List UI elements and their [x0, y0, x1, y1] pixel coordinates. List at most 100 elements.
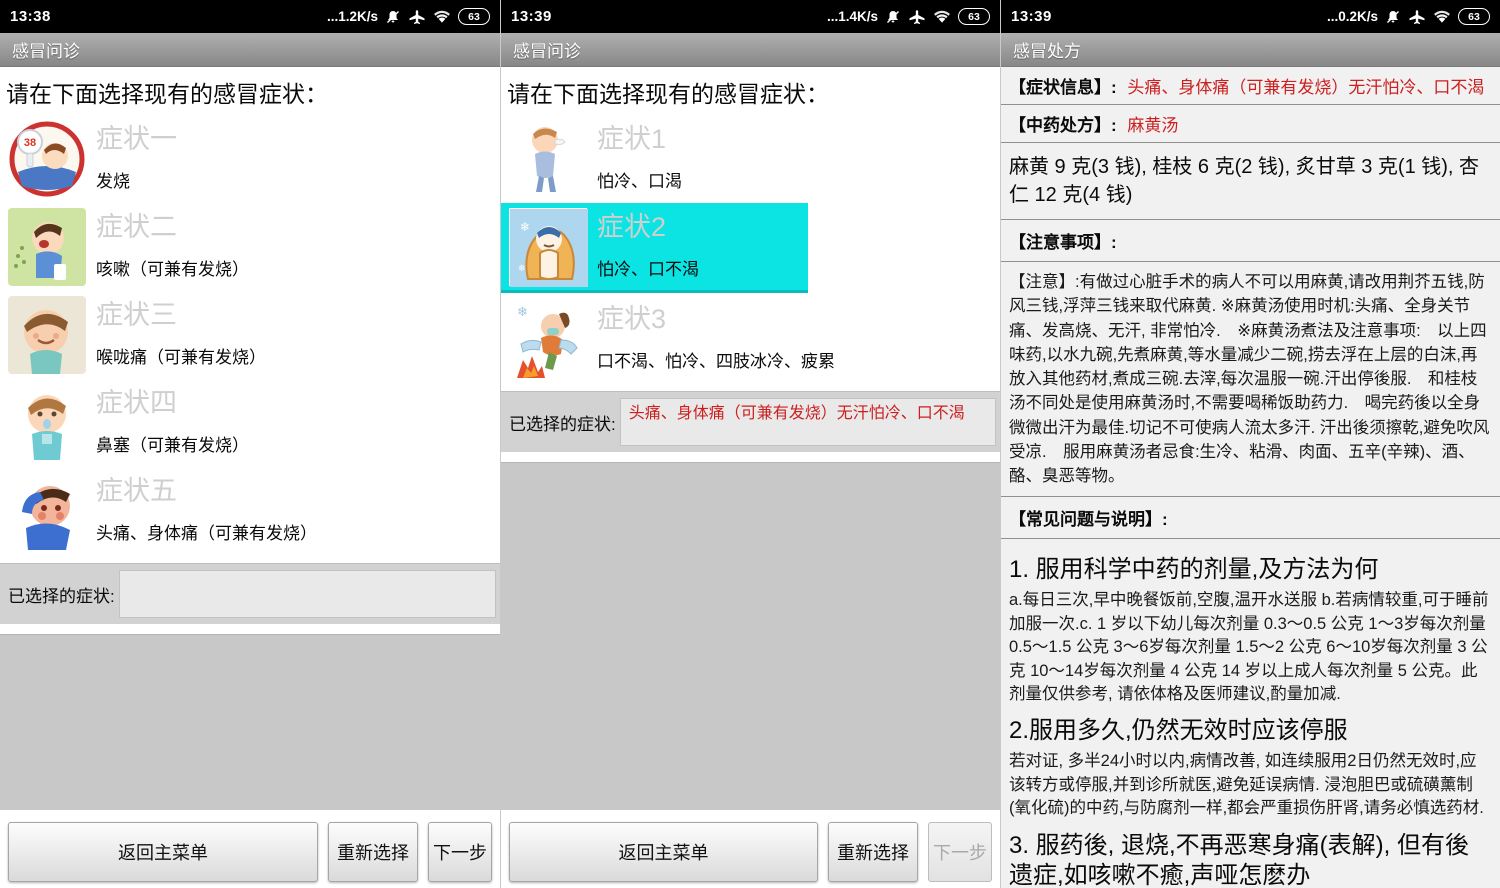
prescription-label: 【中药处方】:: [1009, 116, 1117, 135]
prompt-text: 请在下面选择现有的感冒症状：: [501, 67, 1000, 115]
blanket-wrapped-person-image: ❄❄: [509, 208, 587, 286]
screen-symptom-list-1: 13:38 ...1.2K/s 63 感冒问诊 请在下面选择现有的感冒症状： 3…: [0, 0, 500, 888]
symptom-row-chills-thirsty[interactable]: 症状1 怕冷、口渴: [501, 115, 1000, 203]
symptom-desc: 咳嗽（可兼有发烧）: [96, 255, 249, 280]
faq-section: 1. 服用科学中药的剂量,及方法为何 a.每日三次,早中晚餐饭前,空腹,温开水送…: [1001, 539, 1500, 888]
next-step-button-disabled[interactable]: 下一步: [928, 822, 992, 882]
symptom-row-cough[interactable]: 症状二 咳嗽（可兼有发烧）: [0, 203, 500, 291]
symptom-list: 症状1 怕冷、口渴 ❄❄ 症状2 怕冷、口不渴 ❄ 症状3 口不渴、怕冷、四肢冰…: [501, 115, 1000, 383]
symptom-row-sore-throat[interactable]: 症状三 喉咙痛（可兼有发烧）: [0, 291, 500, 379]
app-title: 感冒问诊: [513, 37, 581, 62]
back-to-menu-button[interactable]: 返回主菜单: [8, 822, 318, 882]
symptom-title: 症状四: [96, 388, 249, 419]
selected-symptoms-row: 已选择的症状:: [0, 563, 500, 624]
symptom-desc: 怕冷、口渴: [597, 167, 682, 192]
symptom-row-chills-not-thirsty-selected[interactable]: ❄❄ 症状2 怕冷、口不渴: [501, 203, 1000, 295]
symptom-title: 症状1: [597, 124, 682, 155]
back-to-menu-button[interactable]: 返回主菜单: [509, 822, 818, 882]
svg-text:38: 38: [24, 137, 36, 149]
battery-level: 63: [968, 11, 980, 23]
clock: 13:38: [10, 8, 51, 25]
clock: 13:39: [511, 8, 552, 25]
svg-text:❄: ❄: [518, 263, 526, 273]
wifi-icon: [933, 10, 951, 24]
button-bar: 返回主菜单 重新选择 下一步: [501, 822, 1000, 882]
network-speed: ...0.2K/s: [1327, 9, 1378, 24]
network-speed: ...1.2K/s: [327, 9, 378, 24]
selected-symptoms-label: 已选择的症状:: [509, 410, 616, 435]
wifi-icon: [433, 10, 451, 24]
prompt-text: 请在下面选择现有的感冒症状：: [0, 67, 500, 115]
sneezing-boy-image: [509, 120, 587, 198]
status-bar: 13:39 ...1.4K/s 63: [501, 0, 1000, 33]
next-step-button[interactable]: 下一步: [428, 822, 492, 882]
sore-throat-image: [8, 296, 86, 374]
cough-image: [8, 208, 86, 286]
battery-icon: 63: [1458, 8, 1490, 25]
battery-level: 63: [1468, 11, 1480, 23]
reselect-button[interactable]: 重新选择: [328, 822, 418, 882]
screen-prescription: 13:39 ...0.2K/s 63 感冒处方 【症状信息】: 头痛、身体痛（可…: [1000, 0, 1500, 888]
reselect-button[interactable]: 重新选择: [828, 822, 918, 882]
symptom-desc: 发烧: [96, 167, 177, 192]
prescription-name: 麻黄汤: [1127, 116, 1178, 135]
battery-level: 63: [468, 11, 480, 23]
symptom-desc: 怕冷、口不渴: [597, 255, 699, 280]
prescription-content: 【症状信息】: 头痛、身体痛（可兼有发烧）无汗怕冷、口不渴 【中药处方】: 麻黄…: [1001, 67, 1500, 888]
symptom-info-value: 头痛、身体痛（可兼有发烧）无汗怕冷、口不渴: [1127, 78, 1484, 97]
selected-symptoms-row: 已选择的症状: 头痛、身体痛（可兼有发烧）无汗怕冷、口不渴: [501, 391, 1000, 452]
app-title-bar: 感冒问诊: [501, 33, 1000, 67]
stuffy-nose-image: [8, 384, 86, 462]
symptom-desc: 喉咙痛（可兼有发烧）: [96, 343, 266, 368]
notes-header: 【注意事项】:: [1001, 220, 1500, 262]
symptom-row-stuffy-nose[interactable]: 症状四 鼻塞（可兼有发烧）: [0, 379, 500, 467]
symptom-list: 38 症状一 发烧 症状二 咳嗽（可兼有发烧） 症状三 喉咙痛（可兼有发烧）: [0, 115, 500, 555]
mute-icon: [385, 9, 401, 25]
selected-symptoms-label: 已选择的症状:: [8, 582, 115, 607]
symptom-title: 症状3: [597, 304, 835, 335]
fever-image: 38: [8, 120, 86, 198]
airplane-mode-icon: [408, 9, 426, 25]
airplane-mode-icon: [1408, 9, 1426, 25]
svg-text:❄: ❄: [517, 304, 528, 319]
selected-symptoms-value: 头痛、身体痛（可兼有发烧）无汗怕冷、口不渴: [620, 398, 996, 446]
symptom-info-row: 【症状信息】: 头痛、身体痛（可兼有发烧）无汗怕冷、口不渴: [1001, 67, 1500, 105]
symptom-row-cold-limbs[interactable]: ❄ 症状3 口不渴、怕冷、四肢冰冷、疲累: [501, 295, 1000, 383]
symptom-desc: 鼻塞（可兼有发烧）: [96, 431, 249, 456]
symptom-desc: 口不渴、怕冷、四肢冰冷、疲累: [597, 347, 835, 372]
symptom-title: 症状2: [597, 212, 699, 243]
result-placeholder-area: [0, 634, 500, 810]
dosage-text: 麻黄 9 克(3 钱), 桂枝 6 克(2 钱), 炙甘草 3 克(1 钱), …: [1001, 143, 1500, 220]
symptom-title: 症状三: [96, 300, 266, 331]
faq-answer-2: 若对证, 多半24小时以内,病情改善, 如连续服用2日仍然无效时,应该转方或停服…: [1009, 750, 1492, 820]
faq-question-2: 2.服用多久,仍然无效时应该停服: [1009, 716, 1492, 746]
symptom-desc: 头痛、身体痛（可兼有发烧）: [96, 519, 317, 544]
symptom-info-label: 【症状信息】:: [1009, 78, 1117, 97]
screen-symptom-list-2: 13:39 ...1.4K/s 63 感冒问诊 请在下面选择现有的感冒症状： 症…: [500, 0, 1000, 888]
symptom-title: 症状二: [96, 212, 249, 243]
network-speed: ...1.4K/s: [827, 9, 878, 24]
result-placeholder-area: [501, 462, 1000, 810]
headache-image: [8, 472, 86, 550]
status-bar: 13:39 ...0.2K/s 63: [1001, 0, 1500, 33]
airplane-mode-icon: [908, 9, 926, 25]
symptom-row-fever[interactable]: 38 症状一 发烧: [0, 115, 500, 203]
status-bar: 13:38 ...1.2K/s 63: [0, 0, 500, 33]
clock: 13:39: [1011, 8, 1052, 25]
battery-icon: 63: [958, 8, 990, 25]
faq-question-3: 3. 服药後, 退烧,不再恶寒身痛(表解), 但有後遗症,如咳嗽不癒,声哑怎麽办: [1009, 831, 1492, 888]
symptom-title: 症状五: [96, 476, 317, 507]
selected-symptoms-value: [119, 570, 496, 618]
notes-body: 【注意】:有做过心脏手术的病人不可以用麻黄,请改用荆芥五钱,防风三钱,浮萍三钱来…: [1001, 262, 1500, 497]
app-title-bar: 感冒处方: [1001, 33, 1500, 67]
cold-limbs-image: ❄: [509, 300, 587, 378]
app-title: 感冒处方: [1013, 37, 1081, 62]
battery-icon: 63: [458, 8, 490, 25]
app-title-bar: 感冒问诊: [0, 33, 500, 67]
symptom-row-headache[interactable]: 症状五 头痛、身体痛（可兼有发烧）: [0, 467, 500, 555]
faq-answer-1: a.每日三次,早中晚餐饭前,空腹,温开水送服 b.若病情较重,可于睡前加服一次.…: [1009, 589, 1492, 706]
mute-icon: [885, 9, 901, 25]
wifi-icon: [1433, 10, 1451, 24]
mute-icon: [1385, 9, 1401, 25]
button-bar: 返回主菜单 重新选择 下一步: [0, 822, 500, 882]
